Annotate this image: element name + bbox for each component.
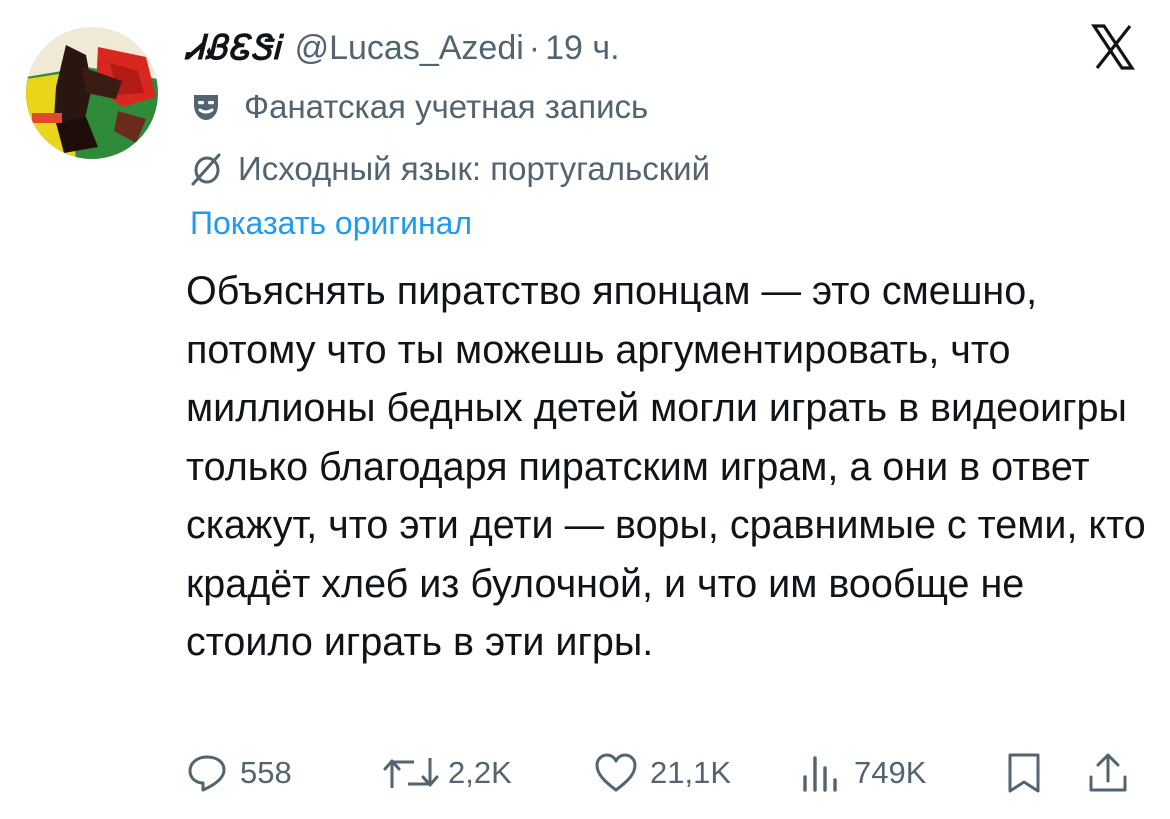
tweet-text: Объяснять пиратство японцам — это смешно… [186,269,1146,664]
views-button[interactable]: 749K [798,748,926,798]
views-count: 749K [854,755,927,790]
separator-dot: · [528,28,541,67]
post-time[interactable]: 19 ч. [545,29,619,68]
reply-count: 558 [240,755,292,790]
show-original-link[interactable]: Показать оригинал [190,205,472,242]
x-logo-icon[interactable] [1088,22,1138,72]
action-bar: 558 2,2K 21,1K 749K [186,748,1140,798]
views-chart-icon [803,756,837,792]
avatar[interactable] [26,27,158,159]
repost-count: 2,2K [448,755,512,790]
reply-icon [188,755,226,792]
fan-account-label: Фанатская учетная запись [188,84,648,130]
avatar-image [26,27,158,159]
theater-mask-icon [194,95,218,120]
user-handle[interactable]: @Lucas_Azedi [295,29,524,68]
fan-account-text: Фанатская учетная запись [244,88,649,125]
reply-button[interactable]: 558 [186,748,292,798]
source-language-label: Исходный язык: португальский [188,146,710,192]
source-language-text: Исходный язык: португальский [238,150,711,187]
share-button[interactable] [1086,748,1130,798]
bookmark-icon [1008,753,1040,793]
repost-button[interactable]: 2,2K [382,748,512,798]
like-count: 21,1K [650,755,732,790]
tweet-header: ᏗᏰᏋᏕᎥ @Lucas_Azedi · 19 ч. [186,26,620,70]
share-icon [1089,753,1127,792]
display-name[interactable]: ᏗᏰᏋᏕᎥ [186,28,281,68]
heart-icon [595,753,637,792]
like-button[interactable]: 21,1K [594,748,731,798]
bookmark-button[interactable] [1004,748,1044,798]
repost-icon [383,758,439,788]
translate-icon [191,153,221,186]
